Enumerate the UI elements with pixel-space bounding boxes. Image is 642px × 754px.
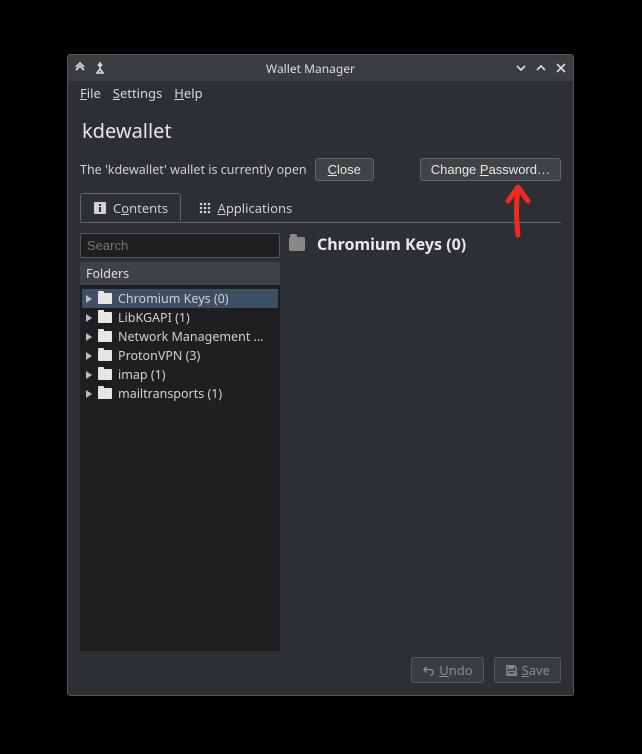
change-password-button[interactable]: Change Password… [420,158,561,181]
menu-file[interactable]: File [80,84,101,102]
maximize-icon[interactable] [535,62,547,74]
right-panel: Chromium Keys (0) [281,233,561,651]
folder-label: Chromium Keys (0) [118,290,228,307]
folder-item[interactable]: Network Management ... [82,327,278,346]
folder-label: ProtonVPN (3) [118,347,200,364]
menu-help[interactable]: Help [174,84,202,102]
expand-arrow-icon[interactable] [84,390,94,398]
folders-header: Folders [80,262,280,285]
menu-settings[interactable]: Settings [113,84,162,102]
folder-icon [98,331,112,342]
window-title: Wallet Manager [106,60,515,77]
expand-arrow-icon[interactable] [84,371,94,379]
folder-label: mailtransports (1) [118,385,222,402]
tabs: Contents Applications [80,193,561,223]
folder-icon [98,388,112,399]
folder-icon [98,312,112,323]
selected-folder-heading: Chromium Keys (0) [317,233,466,255]
footer: Undo Save [80,657,561,683]
undo-button: Undo [411,657,483,683]
titlebar: Wallet Manager [68,55,573,81]
applications-icon [198,201,212,215]
folder-label: LibKGAPI (1) [118,309,190,326]
folder-icon [98,369,112,380]
search-input[interactable] [80,233,280,258]
wallet-manager-window: Wallet Manager File Settings Help kdewal… [67,54,574,696]
folder-item[interactable]: mailtransports (1) [82,384,278,403]
tab-contents[interactable]: Contents [80,193,181,221]
folder-icon [98,350,112,361]
folder-label: imap (1) [118,366,166,383]
save-button: Save [494,657,561,683]
contents-icon [93,201,107,215]
folder-item[interactable]: Chromium Keys (0) [82,289,278,308]
folder-item[interactable]: imap (1) [82,365,278,384]
folder-label: Network Management ... [118,328,264,345]
expand-arrow-icon[interactable] [84,352,94,360]
wallet-status-text: The 'kdewallet' wallet is currently open [80,161,307,178]
folder-item[interactable]: LibKGAPI (1) [82,308,278,327]
close-icon[interactable] [555,62,567,74]
expand-arrow-icon[interactable] [84,295,94,303]
wallet-name: kdewallet [82,117,561,144]
tab-applications[interactable]: Applications [185,193,306,221]
close-wallet-button[interactable]: Close [315,158,374,181]
pin-icon[interactable] [94,62,106,74]
folder-item[interactable]: ProtonVPN (3) [82,346,278,365]
folders-tree: Chromium Keys (0) LibKGAPI (1) Network Man… [80,285,280,651]
minimize-icon[interactable] [515,62,527,74]
shade-icon[interactable] [74,62,86,74]
expand-arrow-icon[interactable] [84,314,94,322]
expand-arrow-icon[interactable] [84,333,94,341]
left-panel: Folders Chromium Keys (0) LibKGAPI (1) Net… [80,233,280,651]
folder-icon [98,293,112,304]
folder-large-icon [289,237,305,251]
menubar: File Settings Help [68,81,573,105]
